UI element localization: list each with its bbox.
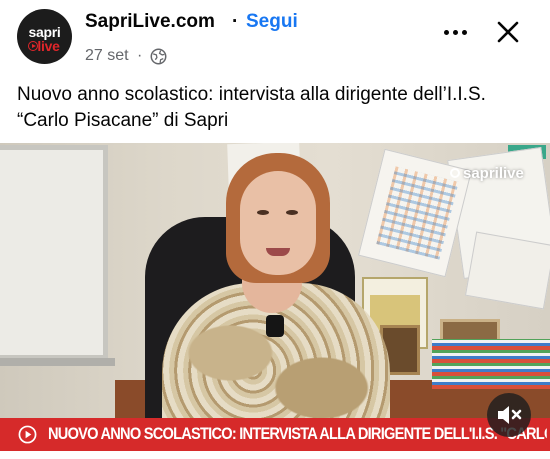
date-separator: ·: [137, 47, 143, 64]
more-horizontal-icon[interactable]: [441, 22, 471, 42]
name-separator: ·: [232, 11, 239, 32]
avatar-logo-bottom: live: [37, 38, 60, 54]
video-watermark: saprilive: [463, 165, 524, 182]
video-lapel-mic: [266, 315, 284, 337]
video-person-eye: [257, 210, 269, 215]
video-person-face: [240, 171, 316, 275]
post-date[interactable]: 27 set: [85, 47, 129, 65]
page-avatar[interactable]: sapri live: [17, 9, 72, 64]
watermark-logo-icon: [450, 168, 460, 178]
video-folders: [432, 339, 550, 389]
video-whiteboard: [0, 145, 108, 360]
post-header: sapri live SapriLive.com · Segui 27 set …: [0, 0, 550, 76]
ticker-headline: NUOVO ANNO SCOLASTICO: INTERVISTA ALLA D…: [48, 424, 547, 443]
bottom-strip: [0, 451, 550, 459]
close-icon[interactable]: [494, 18, 522, 46]
page-name-link[interactable]: SapriLive.com: [85, 11, 215, 33]
follow-button[interactable]: Segui: [246, 11, 298, 33]
video-paper: [464, 231, 550, 310]
play-circle-icon: [18, 425, 37, 444]
video-board-ledge: [0, 358, 115, 366]
speaker-muted-icon: [498, 406, 522, 424]
globe-icon: [150, 48, 167, 65]
post-caption: Nuovo anno scolastico: intervista alla d…: [17, 84, 486, 131]
video-player[interactable]: saprilive: [0, 143, 550, 451]
mute-button[interactable]: [487, 393, 531, 437]
video-person-eye: [286, 210, 298, 215]
